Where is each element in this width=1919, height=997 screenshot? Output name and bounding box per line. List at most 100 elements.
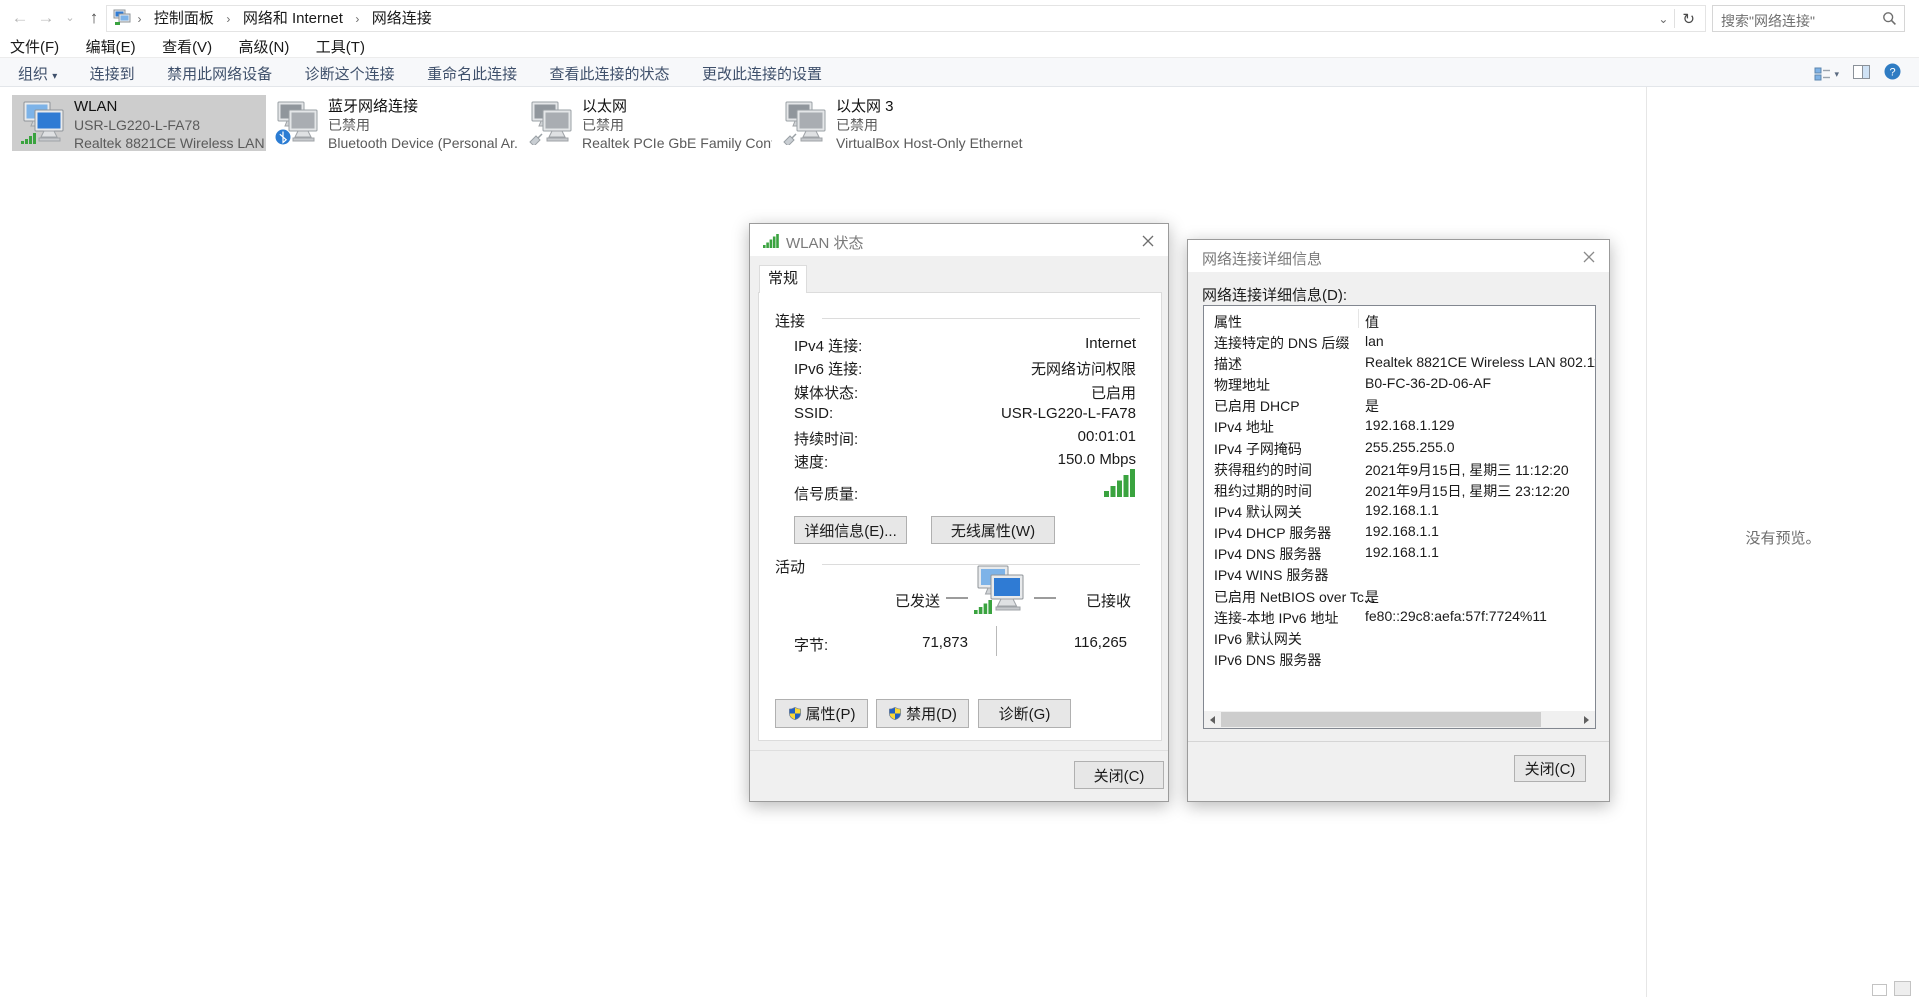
connection-item-bluetooth[interactable]: 蓝牙网络连接 已禁用 Bluetooth Device (Personal Ar…: [266, 95, 520, 151]
preview-pane-icon[interactable]: [1853, 65, 1870, 84]
organize-button[interactable]: 组织 ▾: [0, 58, 71, 84]
details-row: 获得租约的时间2021年9月15日, 星期三 11:12:20: [1204, 460, 1595, 480]
search-placeholder: 搜索"网络连接": [1721, 11, 1815, 31]
wlan-dialog-title: WLAN 状态: [786, 232, 864, 253]
help-icon[interactable]: ?: [1884, 63, 1901, 85]
details-row: IPv4 DNS 服务器192.168.1.1: [1204, 544, 1595, 564]
activity-group-label: 活动: [771, 556, 809, 577]
bytes-label: 字节:: [794, 634, 828, 655]
bytes-divider: [996, 626, 997, 656]
details-dialog-titlebar[interactable]: 网络连接详细信息: [1188, 240, 1609, 272]
activity-connector: [1034, 597, 1056, 599]
details-row: 已启用 DHCP是: [1204, 396, 1595, 416]
diagnose-button[interactable]: 诊断(G): [978, 699, 1071, 728]
details-row: IPv4 地址192.168.1.129: [1204, 417, 1595, 437]
menu-tools[interactable]: 工具(T): [306, 33, 377, 60]
details-row: 连接-本地 IPv6 地址fe80::29c8:aefa:57f:7724%11: [1204, 608, 1595, 628]
back-icon[interactable]: ←: [8, 6, 32, 30]
wlan-status-row: IPv4 连接:Internet: [794, 335, 1136, 355]
wlan-status-row: 信号质量:: [794, 483, 1136, 503]
close-icon[interactable]: [1579, 247, 1599, 267]
cmd-connect-to[interactable]: 连接到: [76, 58, 149, 84]
bytes-received-value: 116,265: [1027, 634, 1127, 651]
details-row: IPv4 DHCP 服务器192.168.1.1: [1204, 523, 1595, 543]
menu-edit[interactable]: 编辑(E): [76, 33, 148, 60]
details-row: 已启用 NetBIOS over Tc...是: [1204, 587, 1595, 607]
uac-shield-icon: [888, 706, 902, 721]
wlan-status-row: IPv6 连接:无网络访问权限: [794, 358, 1136, 378]
connection-name: 以太网: [582, 97, 772, 116]
large-icons-view-icon[interactable]: [1894, 981, 1911, 996]
scroll-right-icon[interactable]: [1578, 711, 1595, 728]
properties-button[interactable]: 属性(P): [775, 699, 868, 728]
details-row: 描述Realtek 8821CE Wireless LAN 802.11ac: [1204, 354, 1595, 374]
cmd-view-status[interactable]: 查看此连接的状态: [536, 58, 684, 84]
group-divider: [822, 318, 1140, 319]
tab-general[interactable]: 常规: [759, 265, 807, 293]
breadcrumb-separator[interactable]: ›: [224, 7, 232, 32]
column-header-property: 属性: [1214, 312, 1242, 332]
details-row: 租约过期的时间2021年9月15日, 星期三 23:12:20: [1204, 481, 1595, 501]
connection-name: 以太网 3: [836, 97, 1026, 116]
details-button[interactable]: 详细信息(E)...: [794, 516, 907, 544]
menu-view[interactable]: 查看(V): [152, 33, 224, 60]
footer-divider: [1188, 741, 1609, 742]
connection-device: Realtek 8821CE Wireless LAN ...: [74, 134, 264, 152]
breadcrumb-network-internet[interactable]: 网络和 Internet: [237, 6, 349, 31]
connection-item-wlan[interactable]: WLAN USR-LG220-L-FA78 Realtek 8821CE Wir…: [12, 95, 266, 151]
menu-advanced[interactable]: 高级(N): [229, 33, 302, 60]
connection-status: 已禁用: [582, 116, 772, 134]
scrollbar-thumb[interactable]: [1221, 712, 1541, 727]
connection-item-ethernet3[interactable]: 以太网 3 已禁用 VirtualBox Host-Only Ethernet …: [774, 95, 1028, 151]
uac-shield-icon: [788, 706, 802, 721]
details-list[interactable]: 属性 值 连接特定的 DNS 后缀lan 描述Realtek 8821CE Wi…: [1203, 305, 1596, 729]
up-icon[interactable]: ↑: [82, 6, 106, 30]
close-icon[interactable]: [1138, 231, 1158, 251]
preview-pane: 没有预览。: [1647, 87, 1919, 987]
address-dropdown-icon[interactable]: ⌄: [1652, 12, 1674, 26]
connection-item-ethernet[interactable]: 以太网 已禁用 Realtek PCIe GbE Family Contr...: [520, 95, 774, 151]
cmd-rename-connection[interactable]: 重命名此连接: [413, 58, 531, 84]
breadcrumb-separator: ›: [135, 7, 143, 32]
address-bar[interactable]: › 控制面板 › 网络和 Internet › 网络连接 ⌄ ↻: [106, 5, 1706, 32]
details-dialog-title: 网络连接详细信息: [1202, 248, 1322, 269]
wlan-dialog-titlebar[interactable]: WLAN 状态: [750, 224, 1168, 256]
connection-device: VirtualBox Host-Only Ethernet ...: [836, 134, 1026, 152]
wifi-adapter-icon: [20, 101, 66, 145]
cmd-disable-device[interactable]: 禁用此网络设备: [153, 58, 286, 84]
cmd-change-settings[interactable]: 更改此连接的设置: [688, 58, 836, 84]
no-preview-text: 没有预览。: [1647, 527, 1919, 548]
views-icon[interactable]: ▾: [1814, 67, 1839, 82]
search-icon[interactable]: [1882, 11, 1897, 31]
column-header-value: 值: [1365, 312, 1379, 332]
details-row: IPv4 WINS 服务器: [1204, 565, 1595, 585]
ethernet-adapter-icon: [528, 101, 574, 145]
menu-bar: 文件(F) 编辑(E) 查看(V) 高级(N) 工具(T): [0, 33, 1919, 57]
details-row: IPv6 DNS 服务器: [1204, 650, 1595, 670]
recent-pages-dropdown-icon[interactable]: ⌄: [58, 6, 82, 30]
search-input[interactable]: 搜索"网络连接": [1712, 5, 1905, 32]
refresh-icon[interactable]: ↻: [1675, 10, 1702, 28]
sent-label: 已发送: [870, 590, 940, 611]
breadcrumb-network-connections[interactable]: 网络连接: [366, 6, 438, 31]
wlan-status-row: 媒体状态:已启用: [794, 382, 1136, 402]
signal-quality-icon: [1104, 469, 1136, 502]
command-bar: 组织 ▾ 连接到 禁用此网络设备 诊断这个连接 重命名此连接 查看此连接的状态 …: [0, 57, 1919, 87]
breadcrumb-separator[interactable]: ›: [353, 7, 361, 32]
details-row: IPv4 默认网关192.168.1.1: [1204, 502, 1595, 522]
menu-file[interactable]: 文件(F): [0, 33, 71, 60]
scroll-left-icon[interactable]: [1204, 711, 1221, 728]
horizontal-scrollbar[interactable]: [1204, 711, 1595, 728]
details-view-icon[interactable]: [1872, 984, 1887, 996]
connection-status: 已禁用: [328, 116, 518, 134]
details-row: 连接特定的 DNS 后缀lan: [1204, 333, 1595, 353]
bytes-sent-value: 71,873: [868, 634, 968, 651]
cmd-diagnose-connection[interactable]: 诊断这个连接: [291, 58, 409, 84]
wlan-status-row: 速度:150.0 Mbps: [794, 451, 1136, 471]
breadcrumb-control-panel[interactable]: 控制面板: [148, 6, 220, 31]
forward-icon[interactable]: →: [34, 6, 58, 30]
disable-button[interactable]: 禁用(D): [876, 699, 969, 728]
details-close-button[interactable]: 关闭(C): [1514, 755, 1586, 782]
wireless-properties-button[interactable]: 无线属性(W): [931, 516, 1055, 544]
wlan-close-button[interactable]: 关闭(C): [1074, 761, 1164, 789]
